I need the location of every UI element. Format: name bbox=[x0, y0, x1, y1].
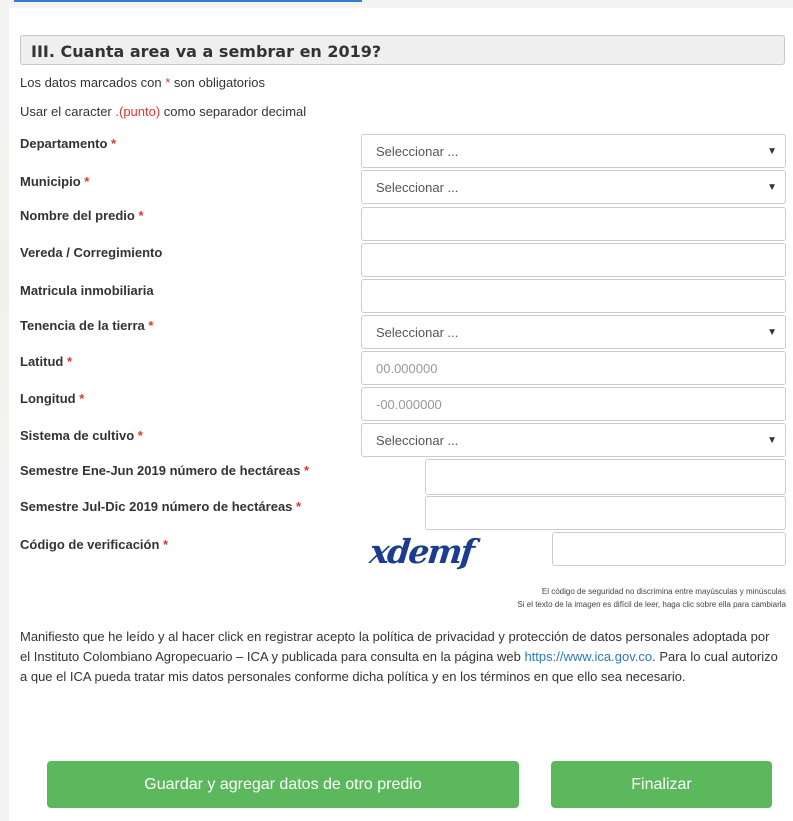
longitud-required-star: * bbox=[79, 391, 85, 406]
required-note-suffix: son obligatorios bbox=[170, 75, 265, 90]
vereda-input[interactable] bbox=[361, 243, 786, 277]
matricula-input[interactable] bbox=[361, 279, 786, 313]
decimal-note-highlight: .(punto) bbox=[115, 104, 161, 119]
ica-link[interactable]: https://www.ica.gov.co bbox=[524, 649, 652, 664]
tenencia-label: Tenencia de la tierra * bbox=[20, 318, 153, 333]
save-add-button[interactable]: Guardar y agregar datos de otro predio bbox=[47, 761, 519, 808]
departamento-select-value: Seleccionar ... bbox=[376, 143, 459, 159]
codigo-required-star: * bbox=[163, 537, 169, 552]
codigo-label-text: Código de verificación bbox=[20, 537, 160, 552]
nombre-predio-label: Nombre del predio * bbox=[20, 208, 144, 223]
captcha-case-note: El código de seguridad no discrimina ent… bbox=[541, 587, 786, 596]
municipio-label-text: Municipio bbox=[20, 174, 81, 189]
sistema-select[interactable]: Seleccionar ... ▼ bbox=[361, 423, 786, 457]
departamento-label: Departamento * bbox=[20, 136, 116, 151]
chevron-down-icon: ▼ bbox=[767, 181, 777, 193]
required-note: Los datos marcados con * son obligatorio… bbox=[20, 75, 265, 90]
privacy-consent-text: Manifiesto que he leído y al hacer click… bbox=[20, 627, 780, 687]
decimal-note-suffix: como separador decimal bbox=[160, 104, 307, 119]
left-edge bbox=[0, 8, 9, 821]
chevron-down-icon: ▼ bbox=[767, 434, 777, 446]
tab-accent-line bbox=[14, 0, 362, 2]
latitud-input[interactable]: 00.000000 bbox=[361, 351, 786, 385]
codigo-label: Código de verificación * bbox=[20, 537, 168, 552]
latitud-required-star: * bbox=[66, 354, 73, 369]
sistema-required-star: * bbox=[137, 428, 143, 443]
decimal-note-prefix: Usar el caracter bbox=[20, 104, 116, 119]
semestre2-label: Semestre Jul-Dic 2019 número de hectárea… bbox=[20, 499, 301, 514]
captcha-refresh-note: Si el texto de la imagen es difícil de l… bbox=[517, 600, 786, 609]
tenencia-label-text: Tenencia de la tierra bbox=[20, 318, 145, 333]
vereda-label: Vereda / Corregimiento bbox=[20, 245, 163, 260]
departamento-required-star: * bbox=[111, 136, 117, 151]
required-note-prefix: Los datos marcados con bbox=[20, 75, 166, 90]
chevron-down-icon: ▼ bbox=[767, 326, 777, 338]
matricula-label: Matricula inmobiliaria bbox=[20, 283, 154, 298]
longitud-label-text: Longitud bbox=[20, 391, 76, 406]
semestre2-label-text: Semestre Jul-Dic 2019 número de hectárea… bbox=[20, 499, 293, 514]
longitud-label: Longitud * bbox=[20, 391, 84, 406]
latitud-placeholder: 00.000000 bbox=[376, 360, 438, 376]
left-edge-shade bbox=[0, 108, 9, 648]
semestre1-input[interactable] bbox=[425, 459, 786, 495]
tenencia-select-value: Seleccionar ... bbox=[376, 324, 459, 340]
semestre1-label: Semestre Ene-Jun 2019 número de hectárea… bbox=[20, 463, 309, 478]
captcha-image[interactable]: xdemf bbox=[368, 532, 475, 571]
semestre2-required-star: * bbox=[296, 499, 302, 514]
sistema-select-value: Seleccionar ... bbox=[376, 432, 459, 448]
municipio-select[interactable]: Seleccionar ... ▼ bbox=[361, 170, 786, 204]
sistema-label: Sistema de cultivo * bbox=[20, 428, 143, 443]
latitud-label: Latitud * bbox=[20, 354, 72, 369]
departamento-select[interactable]: Seleccionar ... ▼ bbox=[361, 134, 786, 168]
longitud-placeholder: -00.000000 bbox=[376, 396, 442, 412]
nombre-predio-input[interactable] bbox=[361, 207, 786, 241]
longitud-input[interactable]: -00.000000 bbox=[361, 387, 786, 421]
codigo-input[interactable] bbox=[552, 532, 786, 566]
nombre-predio-label-text: Nombre del predio bbox=[20, 208, 135, 223]
decimal-note: Usar el caracter .(punto) como separador… bbox=[20, 104, 306, 119]
tenencia-select[interactable]: Seleccionar ... ▼ bbox=[361, 315, 786, 349]
finish-button[interactable]: Finalizar bbox=[551, 761, 772, 808]
municipio-label: Municipio * bbox=[20, 174, 89, 189]
sistema-label-text: Sistema de cultivo bbox=[20, 428, 135, 443]
semestre1-label-text: Semestre Ene-Jun 2019 número de hectárea… bbox=[20, 463, 301, 478]
chevron-down-icon: ▼ bbox=[767, 145, 777, 157]
nombre-predio-required-star: * bbox=[138, 208, 144, 223]
tenencia-required-star: * bbox=[148, 318, 154, 333]
municipio-required-star: * bbox=[84, 174, 90, 189]
latitud-label-text: Latitud bbox=[20, 354, 64, 369]
section-title: III. Cuanta area va a sembrar en 2019? bbox=[20, 35, 785, 65]
departamento-label-text: Departamento bbox=[20, 136, 108, 151]
semestre1-required-star: * bbox=[303, 463, 310, 478]
municipio-select-value: Seleccionar ... bbox=[376, 179, 459, 195]
semestre2-input[interactable] bbox=[425, 496, 786, 530]
top-strip bbox=[0, 0, 793, 8]
